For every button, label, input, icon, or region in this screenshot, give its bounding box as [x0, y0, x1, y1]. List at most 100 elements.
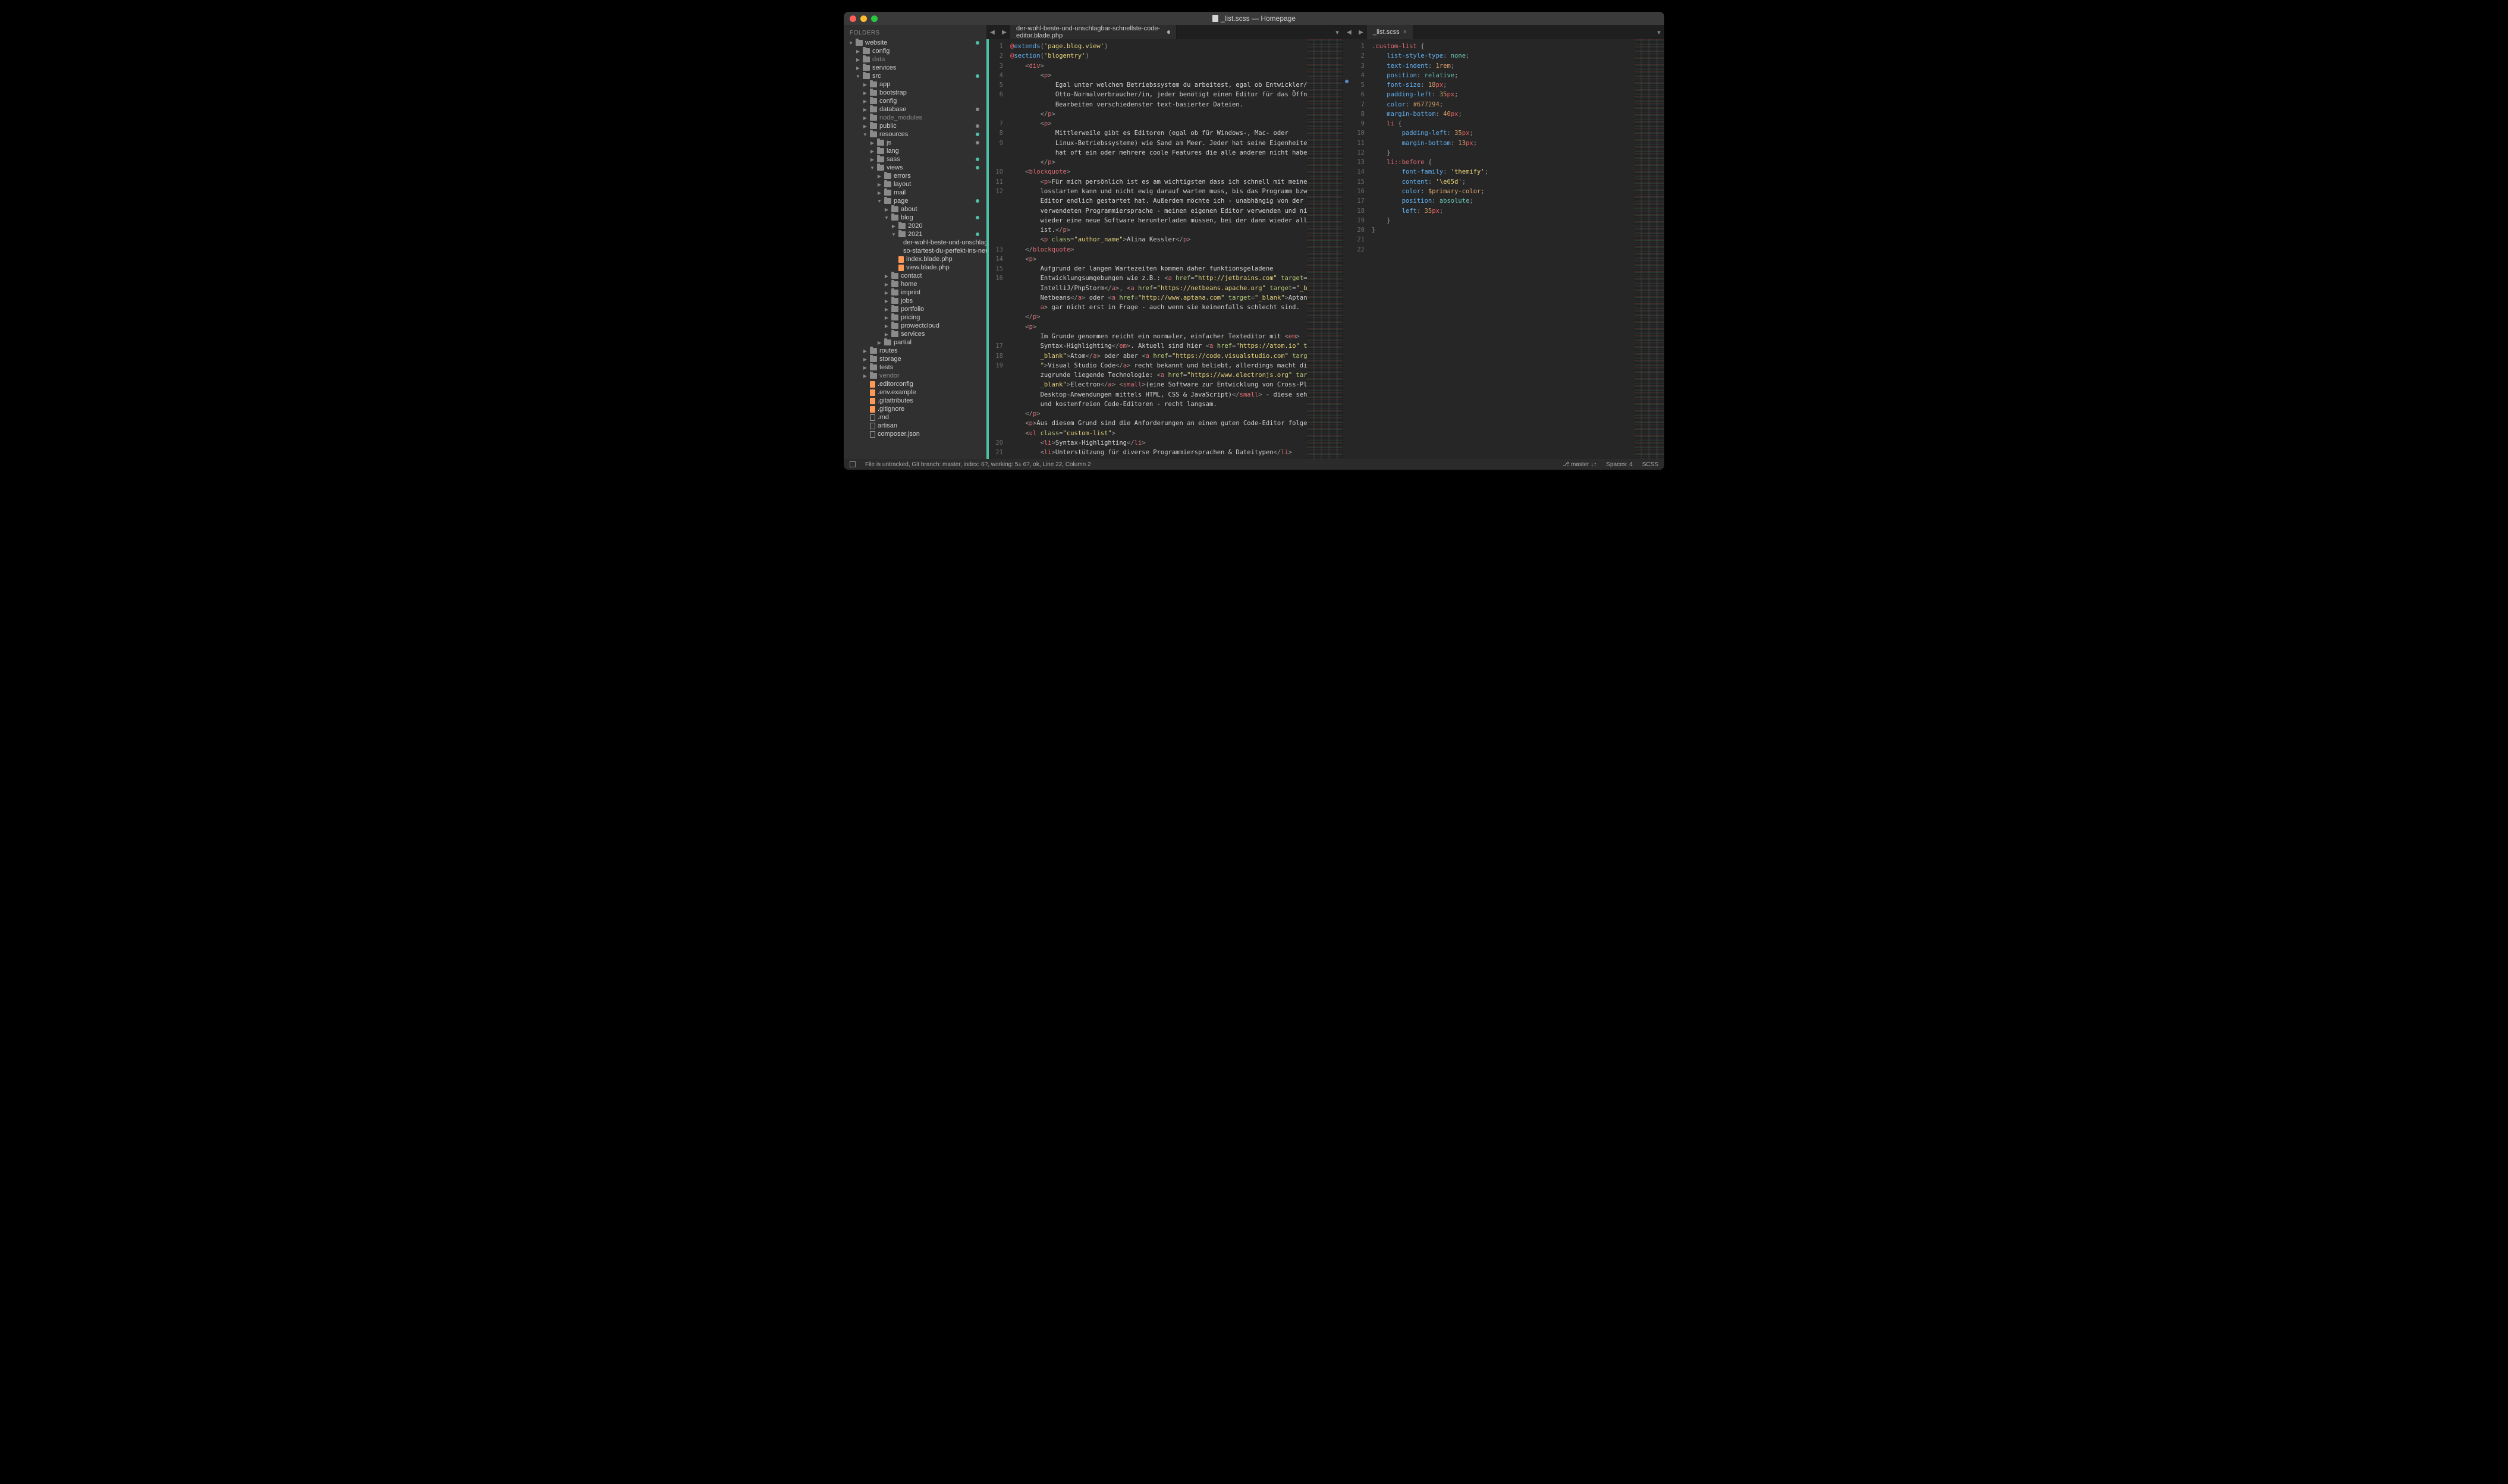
- disclosure-triangle-icon[interactable]: ▼: [884, 215, 889, 221]
- tree-folder[interactable]: ▶errors: [844, 172, 986, 180]
- tab-blade[interactable]: der-wohl-beste-und-unschlagbar-schnellst…: [1010, 25, 1177, 39]
- close-tab-icon[interactable]: ×: [1403, 29, 1407, 36]
- tree-folder[interactable]: ▶data: [844, 55, 986, 64]
- tree-folder[interactable]: ▶services: [844, 330, 986, 338]
- tree-folder[interactable]: ▶contact: [844, 272, 986, 280]
- tree-folder[interactable]: ▶config: [844, 47, 986, 55]
- disclosure-triangle-icon[interactable]: ▶: [863, 373, 868, 379]
- code-area-left[interactable]: 123456 789 101112 13141516 171819 202122…: [986, 39, 1343, 459]
- tab-scss[interactable]: _list.scss ×: [1367, 25, 1413, 39]
- syntax-indicator[interactable]: SCSS: [1642, 461, 1658, 468]
- tree-folder[interactable]: ▶layout: [844, 180, 986, 188]
- disclosure-triangle-icon[interactable]: ▶: [877, 174, 882, 179]
- minimap-left[interactable]: [1307, 39, 1343, 459]
- tree-file[interactable]: .editorconfig: [844, 380, 986, 388]
- disclosure-triangle-icon[interactable]: ▶: [884, 323, 889, 329]
- disclosure-triangle-icon[interactable]: ▶: [856, 49, 860, 54]
- disclosure-triangle-icon[interactable]: ▶: [870, 157, 875, 162]
- disclosure-triangle-icon[interactable]: ▶: [863, 348, 868, 354]
- tree-folder[interactable]: ▼src: [844, 72, 986, 80]
- tree-file[interactable]: composer.json: [844, 430, 986, 438]
- tree-folder[interactable]: ▶node_modules: [844, 114, 986, 122]
- tree-folder[interactable]: ▶pricing: [844, 313, 986, 322]
- disclosure-triangle-icon[interactable]: ▶: [863, 124, 868, 129]
- tree-file[interactable]: .rnd: [844, 413, 986, 422]
- minimize-window-button[interactable]: [860, 15, 867, 22]
- disclosure-triangle-icon[interactable]: ▶: [877, 190, 882, 196]
- status-message[interactable]: File is untracked, Git branch: master, i…: [865, 461, 1091, 468]
- tree-file[interactable]: der-wohl-beste-und-unschlagbar-s…: [844, 238, 986, 247]
- tree-file[interactable]: index.blade.php: [844, 255, 986, 263]
- titlebar[interactable]: _list.scss — Homepage: [844, 12, 1664, 25]
- tab-nav-forward-r[interactable]: ▶: [1355, 25, 1367, 39]
- tree-folder[interactable]: ▼blog: [844, 213, 986, 222]
- tab-nav-forward[interactable]: ▶: [998, 25, 1010, 39]
- tree-folder[interactable]: ▶public: [844, 122, 986, 130]
- disclosure-triangle-icon[interactable]: ▶: [891, 224, 896, 229]
- disclosure-triangle-icon[interactable]: ▶: [884, 273, 889, 279]
- disclosure-triangle-icon[interactable]: ▶: [884, 332, 889, 337]
- tree-folder[interactable]: ▶routes: [844, 347, 986, 355]
- tree-file[interactable]: view.blade.php: [844, 263, 986, 272]
- tree-folder[interactable]: ▼views: [844, 164, 986, 172]
- minimap-right[interactable]: [1635, 39, 1664, 459]
- tree-folder[interactable]: ▶about: [844, 205, 986, 213]
- tree-folder[interactable]: ▼page: [844, 197, 986, 205]
- tree-folder[interactable]: ▶imprint: [844, 288, 986, 297]
- tree-file[interactable]: .gitattributes: [844, 397, 986, 405]
- disclosure-triangle-icon[interactable]: ▼: [877, 199, 882, 204]
- disclosure-triangle-icon[interactable]: ▶: [884, 298, 889, 304]
- tree-folder[interactable]: ▶sass: [844, 155, 986, 164]
- tree-folder[interactable]: ▶app: [844, 80, 986, 89]
- disclosure-triangle-icon[interactable]: ▶: [863, 115, 868, 121]
- tree-folder[interactable]: ▼2021: [844, 230, 986, 238]
- disclosure-triangle-icon[interactable]: ▶: [884, 307, 889, 312]
- disclosure-triangle-icon[interactable]: ▶: [863, 107, 868, 112]
- disclosure-triangle-icon[interactable]: ▶: [863, 357, 868, 362]
- disclosure-triangle-icon[interactable]: ▶: [877, 340, 882, 345]
- tree-folder[interactable]: ▶vendor: [844, 372, 986, 380]
- tree-folder[interactable]: ▶2020: [844, 222, 986, 230]
- disclosure-triangle-icon[interactable]: ▶: [884, 315, 889, 320]
- disclosure-triangle-icon[interactable]: ▶: [863, 365, 868, 370]
- disclosure-triangle-icon[interactable]: ▼: [863, 132, 868, 137]
- code-body-left[interactable]: @extends('page.blog.view')@section('blog…: [1007, 39, 1307, 459]
- tab-nav-back-r[interactable]: ◀: [1343, 25, 1355, 39]
- code-area-right[interactable]: 12345678910111213141516171819202122 .cus…: [1343, 39, 1664, 459]
- git-branch[interactable]: ⎇ master ↓↑: [1563, 461, 1597, 468]
- tree-file[interactable]: so-startest-du-perfekt-ins-neue-jahr.bla: [844, 247, 986, 255]
- tree-folder[interactable]: ▶jobs: [844, 297, 986, 305]
- tab-nav-back[interactable]: ◀: [986, 25, 998, 39]
- disclosure-triangle-icon[interactable]: ▼: [870, 165, 875, 171]
- sidebar[interactable]: FOLDERS ▼website▶config▶data▶services▼sr…: [844, 25, 986, 459]
- tree-folder[interactable]: ▶database: [844, 105, 986, 114]
- disclosure-triangle-icon[interactable]: ▶: [884, 290, 889, 295]
- disclosure-triangle-icon[interactable]: ▶: [884, 207, 889, 212]
- tree-folder[interactable]: ▼resources: [844, 130, 986, 139]
- tree-folder[interactable]: ▶tests: [844, 363, 986, 372]
- tree-file[interactable]: .gitignore: [844, 405, 986, 413]
- disclosure-triangle-icon[interactable]: ▼: [848, 40, 853, 46]
- tree-folder[interactable]: ▶portfolio: [844, 305, 986, 313]
- code-body-right[interactable]: .custom-list { list-style-type: none; te…: [1368, 39, 1635, 459]
- disclosure-triangle-icon[interactable]: ▶: [856, 65, 860, 71]
- panel-icon[interactable]: [850, 461, 856, 467]
- tab-menu-icon[interactable]: ▾: [1654, 25, 1664, 39]
- tree-folder[interactable]: ▶partial: [844, 338, 986, 347]
- close-window-button[interactable]: [850, 15, 856, 22]
- disclosure-triangle-icon[interactable]: ▼: [856, 74, 860, 79]
- tree-folder[interactable]: ▶lang: [844, 147, 986, 155]
- disclosure-triangle-icon[interactable]: ▶: [877, 182, 882, 187]
- tree-folder[interactable]: ▶mail: [844, 188, 986, 197]
- disclosure-triangle-icon[interactable]: ▼: [891, 232, 896, 237]
- disclosure-triangle-icon[interactable]: ▶: [863, 90, 868, 96]
- tree-file[interactable]: .env.example: [844, 388, 986, 397]
- disclosure-triangle-icon[interactable]: ▶: [856, 57, 860, 62]
- tree-file[interactable]: artisan: [844, 422, 986, 430]
- disclosure-triangle-icon[interactable]: ▶: [884, 282, 889, 287]
- disclosure-triangle-icon[interactable]: ▶: [863, 99, 868, 104]
- tab-menu-icon[interactable]: ▾: [1332, 25, 1343, 39]
- tree-folder[interactable]: ▶bootstrap: [844, 89, 986, 97]
- tree-folder[interactable]: ▶js: [844, 139, 986, 147]
- breakpoint-gutter[interactable]: [1343, 39, 1350, 459]
